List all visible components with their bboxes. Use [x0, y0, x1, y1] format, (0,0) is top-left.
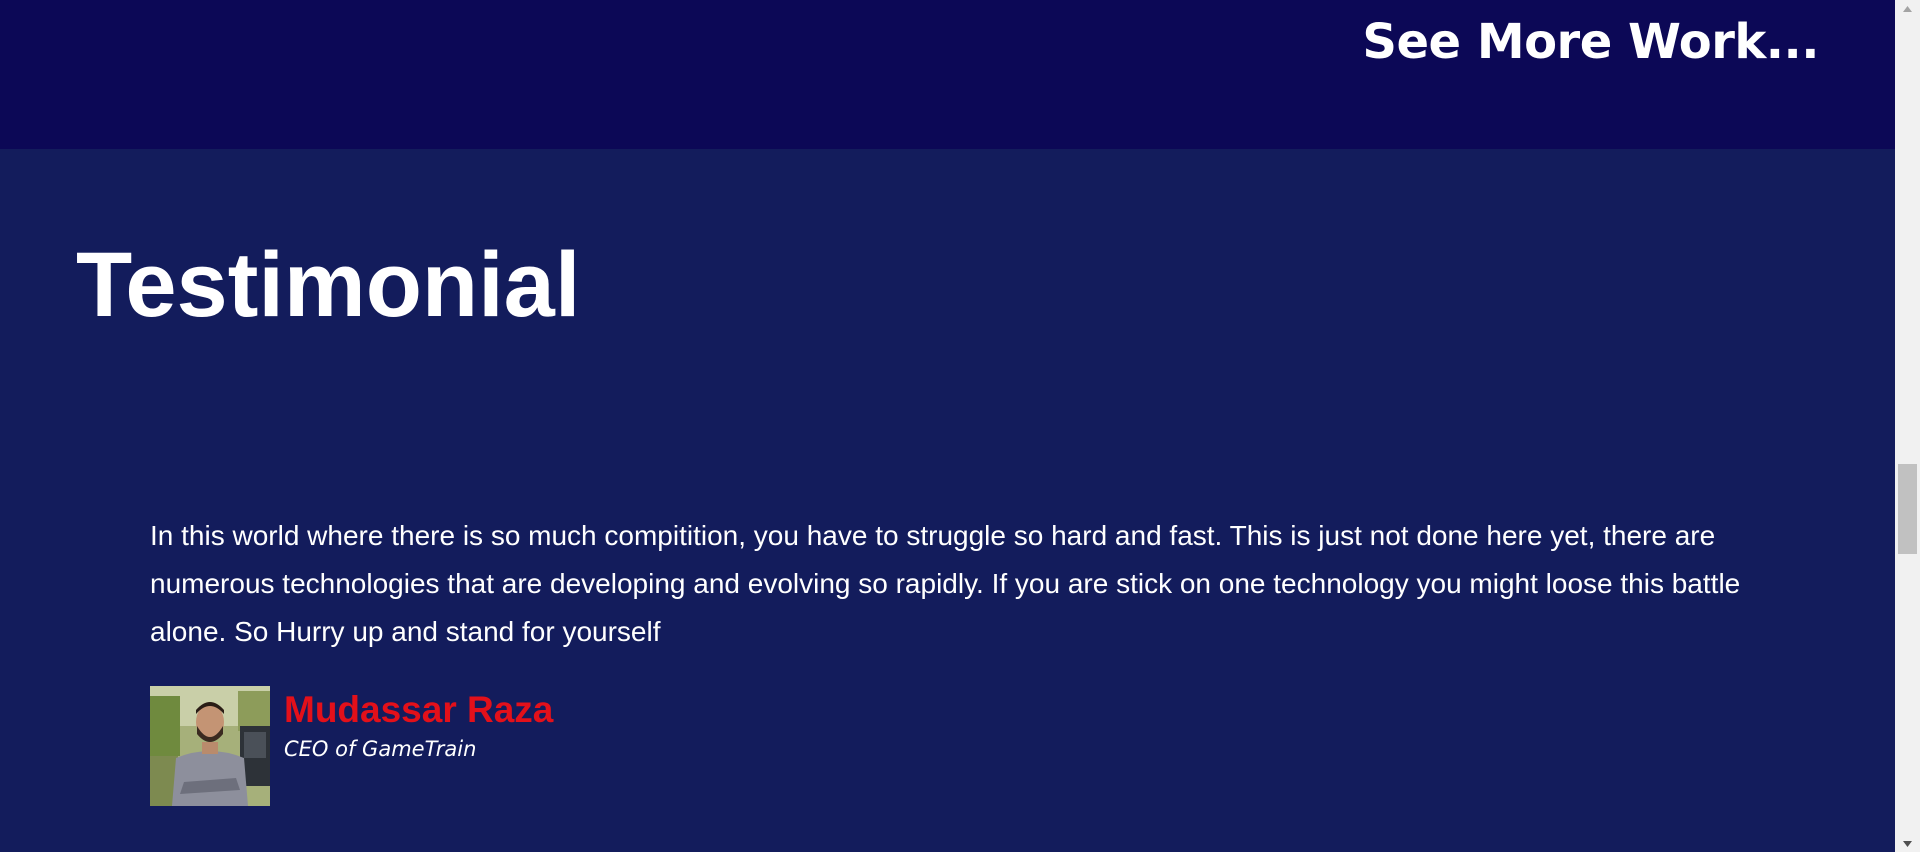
- section-title: Testimonial: [76, 234, 581, 336]
- testimonial-quote: In this world where there is so much com…: [150, 520, 1741, 647]
- page: See More Work... Testimonial In this wor…: [0, 0, 1895, 852]
- author-avatar: [150, 686, 270, 806]
- author-role: CEO of GameTrain: [284, 737, 477, 761]
- scroll-up-arrow-icon[interactable]: [1895, 0, 1920, 17]
- portfolio-footer-band: See More Work...: [0, 0, 1895, 149]
- scrollbar-thumb[interactable]: [1898, 464, 1917, 554]
- vertical-scrollbar[interactable]: [1895, 0, 1920, 852]
- see-more-work-link[interactable]: See More Work...: [1362, 10, 1819, 74]
- scroll-down-arrow-icon[interactable]: [1895, 835, 1920, 852]
- testimonial-section: Testimonial In this world where there is…: [0, 149, 1895, 852]
- author-name: Mudassar Raza: [284, 689, 554, 730]
- avatar-photo: [150, 686, 270, 806]
